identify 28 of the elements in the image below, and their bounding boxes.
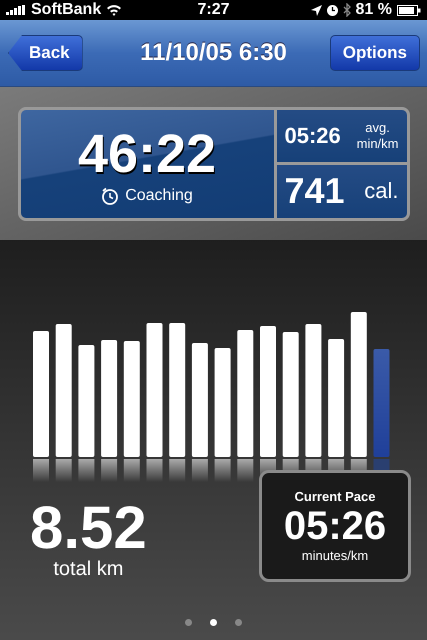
- current-pace-unit: minutes/km: [302, 548, 368, 563]
- calories-unit: cal.: [364, 178, 398, 204]
- avg-pace-value: 05:26: [284, 122, 341, 149]
- page-dot[interactable]: [185, 619, 192, 626]
- duration-value: 46:22: [78, 122, 216, 184]
- battery-icon: [397, 4, 421, 16]
- options-button[interactable]: Options: [330, 35, 420, 71]
- bluetooth-icon: [342, 3, 351, 17]
- current-pace-title: Current Pace: [294, 489, 376, 504]
- alarm-clock-icon: [101, 186, 120, 204]
- location-arrow-icon: [310, 4, 322, 16]
- signal-icon: [6, 5, 26, 15]
- avg-pace-unit: min/km: [356, 136, 398, 152]
- page-dot[interactable]: [235, 619, 242, 626]
- calories-value: 741: [284, 170, 345, 212]
- clock-icon: [326, 4, 338, 16]
- nav-title: 11/10/05 6:30: [140, 39, 287, 67]
- coaching-label: Coaching: [125, 186, 193, 204]
- page-dot[interactable]: [210, 619, 217, 626]
- carrier-name: SoftBank: [31, 1, 102, 19]
- distance-unit: total km: [53, 558, 124, 581]
- battery-percent: 81 %: [356, 1, 392, 19]
- back-button[interactable]: Back: [8, 35, 83, 71]
- avg-pace-unit: avg.: [365, 120, 390, 136]
- current-pace-value: 05:26: [284, 504, 386, 548]
- wifi-icon: [106, 4, 122, 16]
- distance-value: 8.52: [30, 498, 147, 558]
- status-time: 7:27: [197, 1, 230, 19]
